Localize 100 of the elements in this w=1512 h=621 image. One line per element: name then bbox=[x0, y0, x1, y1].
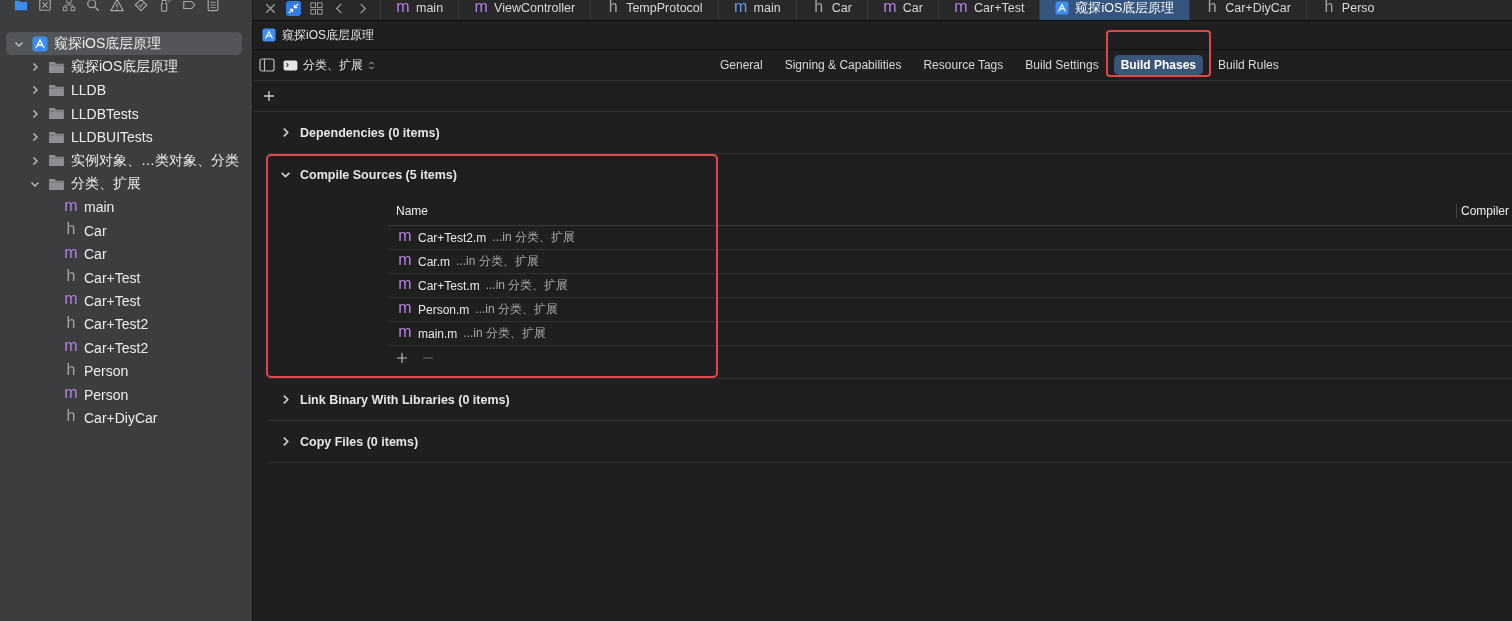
disclosure-chevron-icon[interactable] bbox=[30, 85, 40, 96]
disclosure-chevron-icon[interactable] bbox=[30, 108, 40, 119]
folder-icon bbox=[48, 83, 65, 97]
folder-icon bbox=[48, 177, 65, 191]
file-location: ...in 分类、扩展 bbox=[475, 301, 559, 318]
settings-tab[interactable]: Signing & Capabilities bbox=[777, 55, 909, 75]
folder-icon bbox=[48, 107, 65, 121]
capsule-icon[interactable] bbox=[182, 0, 196, 12]
editor-tab[interactable]: m main bbox=[381, 0, 460, 20]
editor-tab[interactable]: m ViewController bbox=[459, 0, 592, 20]
tree-item[interactable]: h Car+Test2 bbox=[6, 312, 242, 337]
editor-tab[interactable]: h Car+DiyCar bbox=[1190, 0, 1307, 20]
file-type-icon: m bbox=[398, 300, 412, 316]
tree-item[interactable]: 窥探iOS底层原理 bbox=[6, 32, 242, 56]
folder-icon bbox=[48, 154, 65, 168]
tree-item[interactable]: LLDBTests bbox=[6, 102, 242, 126]
up-down-chevron-icon bbox=[368, 59, 375, 71]
editor-tab[interactable]: m main bbox=[718, 0, 797, 20]
column-header[interactable]: Name bbox=[388, 204, 1456, 218]
app-project-icon bbox=[32, 35, 48, 52]
tree-item[interactable]: LLDB bbox=[6, 78, 242, 103]
tree-item[interactable]: h Person bbox=[6, 359, 242, 383]
search-icon[interactable] bbox=[86, 0, 100, 12]
diamond-icon[interactable] bbox=[134, 0, 148, 12]
phase-header[interactable]: Compile Sources (5 items) bbox=[268, 154, 1512, 195]
file-type-icon: m bbox=[398, 252, 412, 268]
phase-header[interactable]: Copy Files (0 items) bbox=[268, 421, 1512, 462]
app-project-icon bbox=[1055, 1, 1070, 15]
settings-tab[interactable]: Build Settings bbox=[1018, 55, 1106, 75]
settings-tab[interactable]: General bbox=[713, 55, 770, 75]
settings-tab[interactable]: Build Phases bbox=[1113, 55, 1204, 75]
tree-item[interactable]: 窥探iOS底层原理 bbox=[6, 55, 242, 79]
file-type-icon: h bbox=[1205, 0, 1220, 15]
file-type-icon: h bbox=[1321, 0, 1336, 15]
table-row[interactable]: m Person.m ...in 分类、扩展 bbox=[388, 298, 1512, 322]
warning-icon[interactable] bbox=[110, 0, 124, 12]
tree-item[interactable]: 实例对象、…类对象、分类 bbox=[6, 148, 242, 173]
table-row[interactable]: m main.m ...in 分类、扩展 bbox=[388, 322, 1512, 346]
target-selector[interactable]: 分类、扩展 bbox=[283, 56, 375, 74]
table-row[interactable]: m Car.m ...in 分类、扩展 bbox=[388, 250, 1512, 274]
disclosure-chevron-icon[interactable] bbox=[30, 155, 40, 166]
terminal-icon bbox=[283, 59, 298, 71]
file-type-icon: h bbox=[811, 0, 826, 15]
file-type-icon: h bbox=[64, 361, 78, 378]
file-type-icon: h bbox=[606, 0, 621, 15]
tree-item[interactable]: h Car bbox=[6, 219, 242, 243]
file-location: ...in 分类、扩展 bbox=[463, 325, 547, 342]
file-location: ...in 分类、扩展 bbox=[492, 229, 576, 246]
file-location: ...in 分类、扩展 bbox=[485, 277, 569, 294]
file-type-icon: m bbox=[64, 385, 78, 402]
phase-header[interactable]: Dependencies (0 items) bbox=[268, 112, 1512, 153]
table-row[interactable]: m Car+Test.m ...in 分类、扩展 bbox=[388, 274, 1512, 298]
close-icon[interactable] bbox=[263, 1, 278, 16]
disclosure-chevron-icon[interactable] bbox=[30, 62, 40, 73]
tree-item[interactable]: m main bbox=[6, 195, 242, 220]
tree-item[interactable]: h Car+Test bbox=[6, 265, 242, 290]
file-type-icon: m bbox=[474, 0, 489, 15]
file-name: Car+Test.m bbox=[418, 278, 480, 293]
editor-tab[interactable]: m Car bbox=[867, 0, 939, 20]
grid-icon[interactable] bbox=[309, 1, 324, 16]
tree-item[interactable]: m Car bbox=[6, 242, 242, 266]
tree-item[interactable]: 分类、扩展 bbox=[6, 172, 242, 196]
file-type-icon: h bbox=[64, 408, 78, 425]
arrows-icon[interactable] bbox=[286, 1, 301, 16]
column-header[interactable]: Compiler bbox=[1456, 204, 1512, 218]
tree-item[interactable]: m Car+Test bbox=[6, 289, 242, 313]
file-name: main.m bbox=[418, 326, 458, 341]
editor-tab[interactable]: h Car bbox=[796, 0, 868, 20]
tree-item[interactable]: m Car+Test2 bbox=[6, 336, 242, 360]
tree-item[interactable]: h Car+DiyCar bbox=[6, 406, 242, 430]
add-icon[interactable] bbox=[396, 352, 408, 364]
spray-icon[interactable] bbox=[158, 0, 172, 12]
folder-icon[interactable] bbox=[14, 0, 28, 12]
file-type-icon: m bbox=[64, 197, 78, 214]
settings-tab[interactable]: Resource Tags bbox=[916, 55, 1011, 75]
file-type-icon: h bbox=[64, 314, 78, 331]
tree-item[interactable]: LLDBUITests bbox=[6, 125, 242, 149]
x-square-icon[interactable] bbox=[38, 0, 52, 12]
list-icon[interactable] bbox=[206, 0, 220, 12]
breadcrumb-item[interactable]: 窥探iOS底层原理 bbox=[262, 26, 374, 44]
folder-icon bbox=[48, 60, 65, 74]
file-type-icon: m bbox=[398, 324, 412, 340]
editor-tab[interactable]: 窥探iOS底层原理 bbox=[1040, 0, 1191, 20]
settings-tab[interactable]: Build Rules bbox=[1211, 55, 1286, 75]
table-row[interactable]: m Car+Test2.m ...in 分类、扩展 bbox=[388, 226, 1512, 250]
file-type-icon: m bbox=[398, 228, 412, 244]
file-location: ...in 分类、扩展 bbox=[456, 253, 539, 270]
tree-item[interactable]: m Person bbox=[6, 382, 242, 407]
editor-tab[interactable]: h Perso bbox=[1306, 0, 1375, 20]
file-name: Car+Test2.m bbox=[418, 230, 487, 245]
file-type-icon: m bbox=[398, 276, 412, 292]
editor-tab[interactable]: h TempProtocol bbox=[591, 0, 719, 20]
phase-header[interactable]: Link Binary With Libraries (0 items) bbox=[268, 379, 1512, 420]
disclosure-chevron-icon[interactable] bbox=[30, 132, 40, 143]
file-type-icon: m bbox=[64, 291, 78, 308]
file-name: Car.m bbox=[418, 254, 450, 269]
add-icon[interactable] bbox=[263, 90, 275, 102]
file-type-icon: m bbox=[733, 0, 748, 15]
hierarchy-icon[interactable] bbox=[62, 0, 76, 12]
sidebar-toggle-icon[interactable] bbox=[259, 58, 275, 72]
